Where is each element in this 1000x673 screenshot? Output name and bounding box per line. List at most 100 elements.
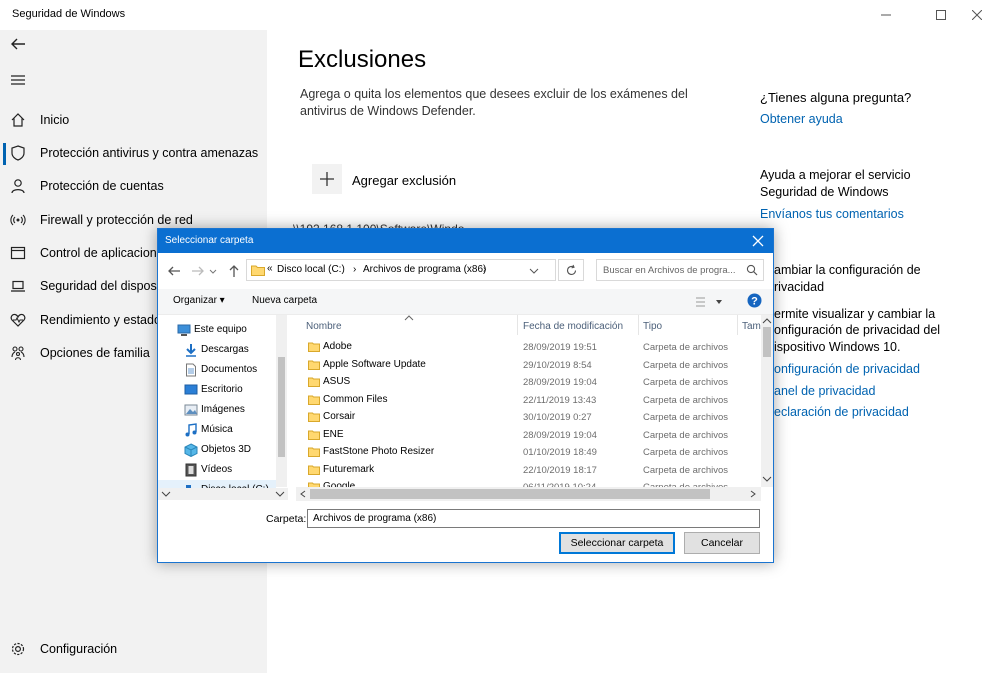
selection-indicator	[3, 143, 6, 165]
forward-arrow-icon[interactable]	[190, 263, 206, 279]
nav-item-musica[interactable]: Música	[158, 420, 276, 440]
nav-pane-scrollbar[interactable]	[276, 315, 287, 487]
scroll-left-icon[interactable]	[299, 490, 307, 498]
file-row[interactable]: Adobe 28/09/2019 19:51 Carpeta de archivos	[296, 339, 761, 357]
file-type: Carpeta de archivos	[643, 377, 729, 388]
chevron-down-icon[interactable]	[529, 267, 539, 275]
folder-icon	[308, 395, 320, 405]
cancel-button[interactable]: Cancelar	[684, 532, 760, 554]
back-arrow-icon[interactable]	[10, 36, 26, 52]
sidebar-item-cuentas[interactable]: Protección de cuentas	[0, 170, 267, 203]
wifi-signal-icon	[10, 214, 26, 226]
file-modified: 28/09/2019 19:04	[523, 377, 597, 388]
app-title: Seguridad de Windows	[12, 8, 126, 20]
file-row[interactable]: Apple Software Update 29/10/2019 8:54 Carp…	[296, 357, 761, 375]
nav-item-documentos[interactable]: Documentos	[158, 360, 276, 380]
back-arrow-icon[interactable]	[166, 263, 182, 279]
chevron-down-icon[interactable]	[208, 263, 218, 279]
column-header-size[interactable]: Tam	[742, 321, 761, 332]
file-row[interactable]: ENE 28/09/2019 19:04 Carpeta de archivos	[296, 427, 761, 445]
column-header-name[interactable]: Nombre	[306, 321, 342, 332]
column-separator	[737, 315, 738, 335]
film-icon	[185, 463, 197, 477]
help-icon[interactable]: ?	[747, 293, 762, 308]
nav-item-descargas[interactable]: Descargas	[158, 340, 276, 360]
new-folder-button[interactable]: Nueva carpeta	[252, 295, 317, 306]
nav-item-label: Escritorio	[201, 384, 243, 395]
nav-item-este-equipo[interactable]: Este equipo	[158, 320, 276, 340]
column-header-modified[interactable]: Fecha de modificación	[523, 321, 623, 332]
file-row[interactable]: Corsair 30/10/2019 0:27 Carpeta de archivo…	[296, 409, 761, 427]
up-arrow-icon[interactable]	[226, 263, 242, 279]
svg-text:?: ?	[751, 296, 758, 308]
minimize-button[interactable]	[863, 0, 909, 30]
improve-heading-1: Ayuda a mejorar el servicio	[760, 168, 911, 182]
file-type: Carpeta de archivos	[643, 342, 729, 353]
page-description: Agrega o quita los elementos que desees …	[300, 87, 688, 118]
sort-ascending-icon	[404, 315, 414, 321]
question-heading: ¿Tienes alguna pregunta?	[760, 90, 912, 105]
nav-item-label: Vídeos	[201, 464, 233, 475]
nav-item-objetos-3d[interactable]: Objetos 3D	[158, 440, 276, 460]
cube-icon	[184, 443, 198, 457]
scrollbar-thumb[interactable]	[278, 357, 285, 457]
breadcrumb-folder[interactable]: Archivos de programa (x86)	[363, 264, 486, 275]
sidebar-item-inicio[interactable]: Inicio	[0, 104, 267, 137]
person-icon	[11, 179, 25, 194]
privacy-heading-2: rivacidad	[774, 280, 825, 294]
column-header-type[interactable]: Tipo	[643, 321, 662, 332]
address-bar[interactable]: « Disco local (C:) › Archivos de program…	[246, 259, 556, 281]
sidebar-item-label: Control de aplicaciones	[40, 246, 170, 260]
file-row[interactable]: Common Files 22/11/2019 13:43 Carpeta de a…	[296, 392, 761, 410]
scrollbar-thumb[interactable]	[310, 489, 710, 499]
file-list: Nombre Fecha de modificación Tipo Tam Ad…	[296, 315, 761, 487]
feedback-link[interactable]: Envíanos tus comentarios	[760, 207, 904, 221]
dialog-close-icon[interactable]	[749, 232, 767, 250]
nav-item-label: Música	[201, 424, 233, 435]
view-options-icon[interactable]	[695, 296, 725, 308]
privacy-statement-link[interactable]: eclaración de privacidad	[774, 405, 909, 419]
hamburger-menu-icon[interactable]	[10, 72, 26, 88]
file-modified: 28/09/2019 19:51	[523, 342, 597, 353]
address-overflow[interactable]: «	[267, 263, 273, 274]
column-separator	[517, 315, 518, 335]
file-modified: 30/10/2019 0:27	[523, 412, 592, 423]
computer-icon	[177, 324, 191, 336]
sidebar-item-antivirus[interactable]: Protección antivirus y contra amenazas	[0, 137, 267, 170]
privacy-settings-link[interactable]: onfiguración de privacidad	[774, 362, 920, 376]
sidebar-item-configuracion[interactable]: Configuración	[0, 633, 267, 666]
refresh-button[interactable]	[558, 259, 584, 281]
file-row[interactable]: Google06/11/2019 10:24Carpeta de archivo…	[296, 479, 761, 487]
scroll-up-icon[interactable]	[762, 317, 772, 325]
select-folder-button[interactable]: Seleccionar carpeta	[559, 532, 675, 554]
file-row[interactable]: Futuremark 22/10/2019 18:17 Carpeta de arc…	[296, 462, 761, 480]
folder-field-value: Archivos de programa (x86)	[313, 513, 437, 524]
nav-item-imagenes[interactable]: Imágenes	[158, 400, 276, 420]
privacy-dashboard-link[interactable]: anel de privacidad	[774, 384, 875, 398]
organize-button[interactable]: Organizar ▾	[173, 295, 225, 306]
nav-item-label: Este equipo	[194, 324, 247, 335]
close-button[interactable]	[954, 0, 1000, 30]
scroll-right-icon[interactable]	[749, 490, 757, 498]
improve-heading-2: Seguridad de Windows	[760, 185, 889, 199]
scrollbar-thumb[interactable]	[763, 327, 771, 357]
scroll-down-icon[interactable]	[762, 475, 772, 483]
select-folder-dialog: Seleccionar carpeta « Disco local (C:) ›…	[157, 228, 774, 563]
file-list-hscroll[interactable]	[296, 487, 761, 501]
search-input[interactable]: Buscar en Archivos de progra...	[596, 259, 764, 281]
breadcrumb-disk[interactable]: Disco local (C:)	[277, 264, 345, 275]
folder-field[interactable]: Archivos de programa (x86)	[307, 509, 760, 528]
file-name: Corsair	[323, 411, 356, 422]
nav-pane-hscroll[interactable]	[158, 488, 288, 500]
nav-item-videos[interactable]: Vídeos	[158, 460, 276, 480]
file-modified: 22/11/2019 13:43	[523, 394, 597, 406]
nav-item-escritorio[interactable]: Escritorio	[158, 380, 276, 400]
address-bar-row: « Disco local (C:) › Archivos de program…	[158, 253, 773, 289]
privacy-desc-3: ispositivo Windows 10.	[774, 340, 901, 354]
help-link[interactable]: Obtener ayuda	[760, 112, 843, 126]
file-list-scrollbar[interactable]	[761, 315, 773, 487]
file-row[interactable]: ASUS 28/09/2019 19:04 Carpeta de archivos	[296, 374, 761, 392]
privacy-desc-1: ermite visualizar y cambiar la	[774, 307, 936, 321]
minimize-icon	[881, 14, 891, 16]
file-row[interactable]: FastStone Photo Resizer 01/10/2019 18:49 C…	[296, 444, 761, 462]
